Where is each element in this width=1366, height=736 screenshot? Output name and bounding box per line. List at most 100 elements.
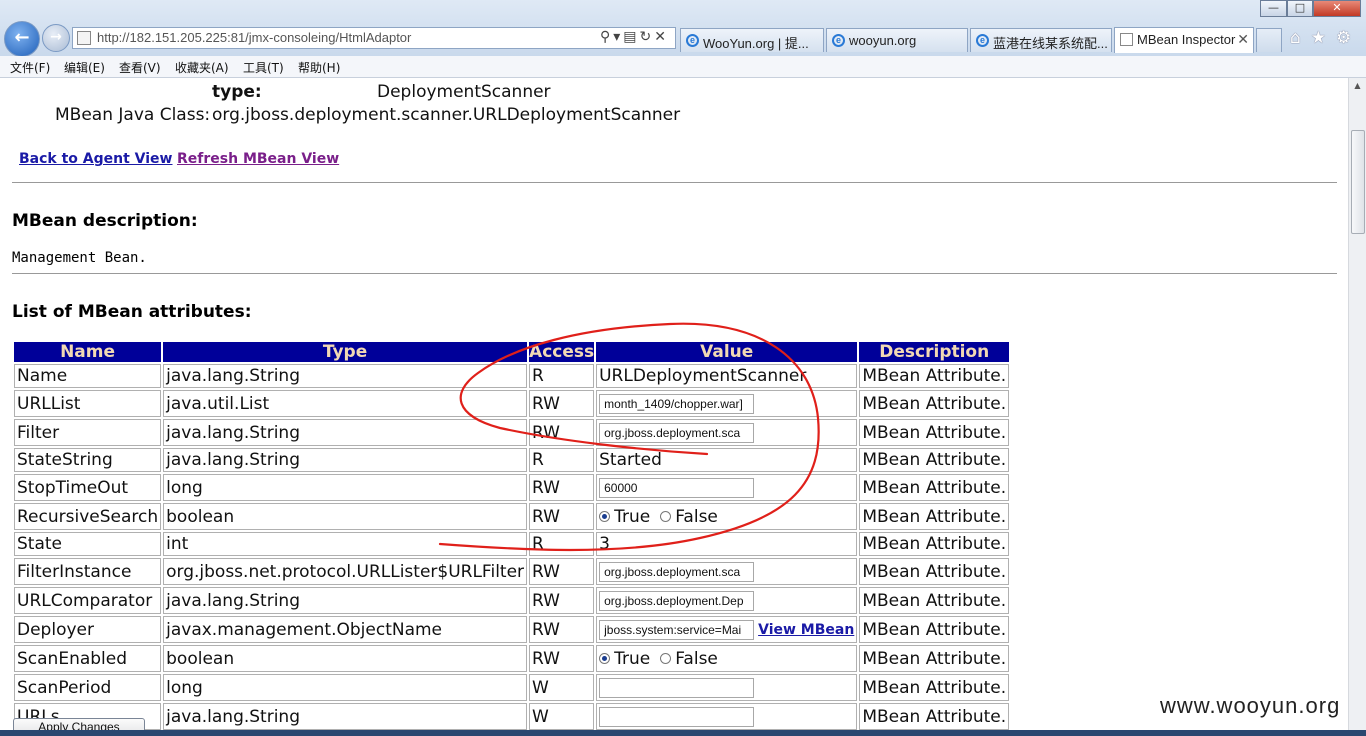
attribute-value-input[interactable] bbox=[599, 706, 755, 727]
attribute-value-cell: True False bbox=[596, 503, 858, 530]
attribute-value-cell bbox=[596, 419, 858, 446]
table-row: URLListjava.util.ListRW MBean Attribute. bbox=[14, 390, 1010, 417]
home-icon[interactable]: ⌂ bbox=[1290, 28, 1311, 48]
maximize-button[interactable]: □ bbox=[1287, 0, 1313, 17]
tab-wooyun-submit[interactable]: e WooYun.org | 提... bbox=[680, 28, 824, 52]
close-tab-icon[interactable]: ✕ bbox=[1237, 31, 1249, 48]
attribute-value-input[interactable] bbox=[599, 677, 755, 698]
refresh-mbean-view-link[interactable]: Refresh MBean View bbox=[177, 151, 339, 167]
address-url[interactable]: http://182.151.205.225:81/jmx-consoleing… bbox=[97, 30, 411, 45]
table-row: RecursiveSearch boolean RW True False MBean A… bbox=[14, 503, 1010, 530]
attribute-description-cell: MBean Attribute. bbox=[859, 419, 1010, 446]
attribute-value-input[interactable] bbox=[599, 561, 755, 582]
attribute-name-cell: State bbox=[14, 532, 162, 556]
tab-label: WooYun.org | 提... bbox=[703, 36, 809, 51]
column-header-name: Name bbox=[14, 342, 162, 362]
radio-true-label: True bbox=[614, 506, 651, 527]
attribute-description-cell: MBean Attribute. bbox=[859, 616, 1010, 643]
tab-mbean-inspector[interactable]: MBean Inspector ✕ bbox=[1114, 27, 1254, 53]
attribute-value-input[interactable] bbox=[599, 477, 755, 498]
table-row: Name java.lang.String R URLDeploymentScanne… bbox=[14, 364, 1010, 388]
attribute-value-cell: URLDeploymentScanner bbox=[596, 364, 858, 388]
attribute-type-cell: boolean bbox=[163, 645, 528, 672]
view-mbean-link[interactable]: View MBean bbox=[758, 622, 854, 638]
attributes-table: Name Type Access Value Description Name j… bbox=[12, 340, 1011, 732]
tab-wooyun-org[interactable]: e wooyun.org bbox=[826, 28, 968, 52]
menu-bar: 文件(F) 编辑(E) 查看(V) 收藏夹(A) 工具(T) 帮助(H) bbox=[0, 56, 1366, 78]
gear-icon[interactable]: ⚙ bbox=[1336, 28, 1361, 48]
attribute-value-input[interactable] bbox=[599, 619, 755, 640]
mbean-class-label: MBean Java Class: bbox=[55, 105, 211, 125]
attribute-name-cell: Name bbox=[14, 364, 162, 388]
radio-true-label: True bbox=[614, 648, 651, 669]
table-row: StopTimeOutlongRW MBean Attribute. bbox=[14, 474, 1010, 501]
table-row: Filterjava.lang.StringRW MBean Attribute. bbox=[14, 419, 1010, 446]
attribute-name-cell: RecursiveSearch bbox=[14, 503, 162, 530]
attribute-name-cell: Filter bbox=[14, 419, 162, 446]
attribute-access-cell: RW bbox=[529, 390, 595, 417]
radio-true[interactable] bbox=[599, 511, 611, 522]
menu-tools[interactable]: 工具(T) bbox=[243, 59, 284, 76]
attribute-value-cell: View MBean bbox=[596, 616, 858, 643]
ie-icon: e bbox=[976, 34, 989, 47]
column-header-value: Value bbox=[596, 342, 858, 362]
attribute-description-cell: MBean Attribute. bbox=[859, 703, 1010, 730]
tab-langang[interactable]: e 蓝港在线某系统配... bbox=[970, 28, 1112, 52]
attribute-type-cell: boolean bbox=[163, 503, 528, 530]
attribute-value-input[interactable] bbox=[599, 393, 755, 414]
attribute-value-cell: 3 bbox=[596, 532, 858, 556]
attribute-name-cell: URLList bbox=[14, 390, 162, 417]
attribute-value-input[interactable] bbox=[599, 422, 755, 443]
attributes-table-body: Name java.lang.String R URLDeploymentScanne… bbox=[14, 364, 1010, 730]
favorites-star-icon[interactable]: ★ bbox=[1311, 28, 1336, 48]
address-actions-icons[interactable]: ⚲▾▤↻✕ bbox=[600, 29, 669, 45]
attribute-type-cell: java.lang.String bbox=[163, 419, 528, 446]
menu-edit[interactable]: 编辑(E) bbox=[64, 59, 105, 76]
attribute-name-cell: Deployer bbox=[14, 616, 162, 643]
menu-view[interactable]: 查看(V) bbox=[119, 59, 161, 76]
back-to-agent-view-link[interactable]: Back to Agent View bbox=[19, 151, 173, 167]
radio-false-label: False bbox=[675, 648, 718, 669]
radio-true[interactable] bbox=[599, 653, 611, 664]
new-tab-button[interactable] bbox=[1256, 28, 1282, 52]
menu-favorites[interactable]: 收藏夹(A) bbox=[175, 59, 229, 76]
mbean-class-value: org.jboss.deployment.scanner.URLDeployme… bbox=[212, 105, 681, 125]
attribute-description-cell: MBean Attribute. bbox=[859, 645, 1010, 672]
menu-file[interactable]: 文件(F) bbox=[10, 59, 50, 76]
table-row: StateString java.lang.String R Started MBean… bbox=[14, 448, 1010, 472]
taskbar-strip bbox=[0, 730, 1366, 736]
menu-help[interactable]: 帮助(H) bbox=[298, 59, 340, 76]
attribute-access-cell: R bbox=[529, 448, 595, 472]
close-window-button[interactable]: ✕ bbox=[1313, 0, 1361, 17]
attribute-description-cell: MBean Attribute. bbox=[859, 503, 1010, 530]
table-row: FilterInstance org.jboss.net.protocol.URL… bbox=[14, 558, 1010, 585]
table-row: URLComparatorjava.lang.StringRW MBean Att… bbox=[14, 587, 1010, 614]
attribute-description-cell: MBean Attribute. bbox=[859, 532, 1010, 556]
attribute-type-cell: java.lang.String bbox=[163, 587, 528, 614]
attributes-heading: List of MBean attributes: bbox=[12, 302, 252, 322]
radio-false[interactable] bbox=[660, 653, 672, 664]
attribute-access-cell: W bbox=[529, 674, 595, 701]
attribute-access-cell: RW bbox=[529, 558, 595, 585]
attribute-description-cell: MBean Attribute. bbox=[859, 364, 1010, 388]
vertical-scrollbar[interactable]: ▲ bbox=[1348, 78, 1366, 736]
window-controls: — □ ✕ bbox=[1260, 0, 1366, 18]
attribute-access-cell: RW bbox=[529, 474, 595, 501]
mbean-type-value: DeploymentScanner bbox=[377, 82, 551, 102]
radio-false[interactable] bbox=[660, 511, 672, 522]
back-arrow-icon[interactable]: ← bbox=[4, 21, 40, 57]
mbean-description-text: Management Bean. bbox=[12, 250, 147, 266]
scrollbar-thumb[interactable] bbox=[1351, 130, 1365, 234]
attribute-value-input[interactable] bbox=[599, 590, 755, 611]
address-bar[interactable]: http://182.151.205.225:81/jmx-consoleing… bbox=[72, 27, 676, 49]
attribute-description-cell: MBean Attribute. bbox=[859, 558, 1010, 585]
scroll-up-arrow-icon[interactable]: ▲ bbox=[1349, 78, 1366, 94]
attribute-type-cell: java.util.List bbox=[163, 390, 528, 417]
attribute-value-cell bbox=[596, 703, 858, 730]
attribute-name-cell: ScanPeriod bbox=[14, 674, 162, 701]
minimize-button[interactable]: — bbox=[1260, 0, 1287, 17]
ie-icon: e bbox=[832, 34, 845, 47]
forward-arrow-icon[interactable]: → bbox=[42, 24, 70, 52]
attribute-description-cell: MBean Attribute. bbox=[859, 390, 1010, 417]
divider bbox=[12, 273, 1337, 274]
